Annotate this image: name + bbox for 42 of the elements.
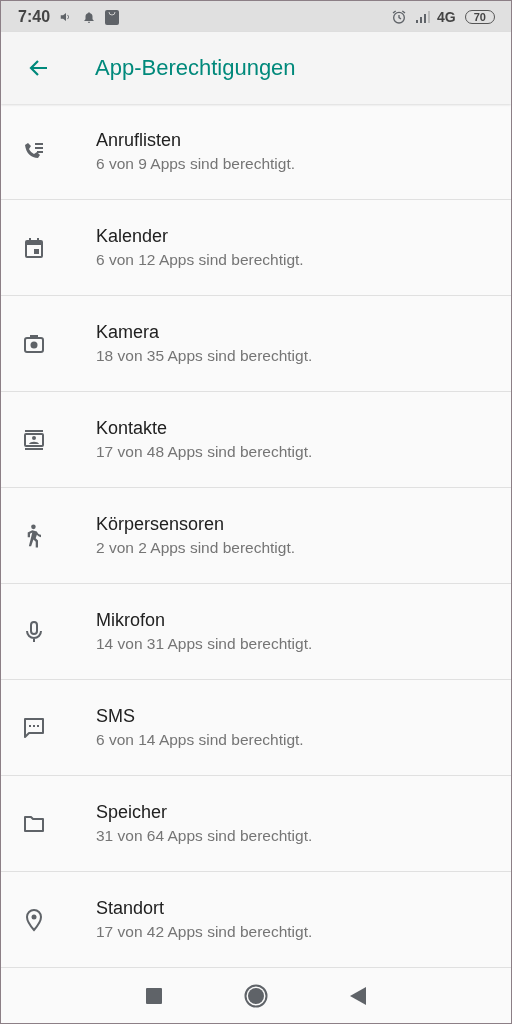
permission-item[interactable]: Kalender 6 von 12 Apps sind berechtigt. <box>1 200 511 297</box>
permission-item[interactable]: Mikrofon 14 von 31 Apps sind berechtigt. <box>1 584 511 681</box>
permission-summary: 2 von 2 Apps sind berechtigt. <box>96 539 296 558</box>
signal-icon <box>416 10 433 23</box>
permission-summary: 17 von 42 Apps sind berechtigt. <box>96 923 313 942</box>
network-label: 4G <box>437 8 456 25</box>
permission-summary: 18 von 35 Apps sind berechtigt. <box>96 347 313 366</box>
permission-name: Speicher <box>96 802 169 824</box>
clock-time: 7:40 <box>18 7 51 26</box>
permission-summary: 6 von 12 Apps sind berechtigt. <box>96 251 304 270</box>
screen-title: App-Berechtigungen <box>95 55 296 82</box>
triangle-icon <box>350 986 366 1005</box>
message-icon <box>21 715 46 740</box>
permission-name: Mikrofon <box>96 610 167 632</box>
permission-item[interactable]: Kontakte 17 von 48 Apps sind berechtigt. <box>1 392 511 489</box>
contact-card-icon <box>21 427 46 452</box>
permission-summary: 31 von 64 Apps sind berechtigt. <box>96 827 313 846</box>
alarm-clock-icon <box>391 8 408 25</box>
permission-name: Körpersensoren <box>96 514 226 536</box>
permission-item[interactable]: Kamera 18 von 35 Apps sind berechtigt. <box>1 296 511 393</box>
back-nav-button[interactable] <box>350 986 366 1005</box>
square-icon <box>146 987 162 1004</box>
permission-name: Standort <box>96 898 166 920</box>
running-person-icon <box>26 523 41 548</box>
permission-item[interactable]: Anruflisten 6 von 9 Apps sind berechtigt. <box>1 104 511 201</box>
home-button[interactable] <box>244 983 268 1008</box>
permission-summary: 6 von 9 Apps sind berechtigt. <box>96 155 296 174</box>
recents-button[interactable] <box>146 987 162 1004</box>
permission-name: Kamera <box>96 322 161 344</box>
circle-icon <box>244 983 268 1008</box>
permission-summary: 17 von 48 Apps sind berechtigt. <box>96 443 313 462</box>
bag-icon <box>105 8 120 25</box>
bell-icon <box>82 9 97 24</box>
permission-name: Kontakte <box>96 418 169 440</box>
permission-name: Kalender <box>96 226 170 248</box>
permission-item[interactable]: Körpersensoren 2 von 2 Apps sind berechtigt. <box>1 488 511 585</box>
permission-summary: 6 von 14 Apps sind berechtigt. <box>96 731 304 750</box>
permission-name: Anruflisten <box>96 130 183 152</box>
permission-name: SMS <box>96 706 136 728</box>
permission-item[interactable]: Speicher 31 von 64 Apps sind berechtigt. <box>1 776 511 873</box>
permission-summary: 14 von 31 Apps sind berechtigt. <box>96 635 313 654</box>
permission-item[interactable]: SMS 6 von 14 Apps sind berechtigt. <box>1 680 511 777</box>
